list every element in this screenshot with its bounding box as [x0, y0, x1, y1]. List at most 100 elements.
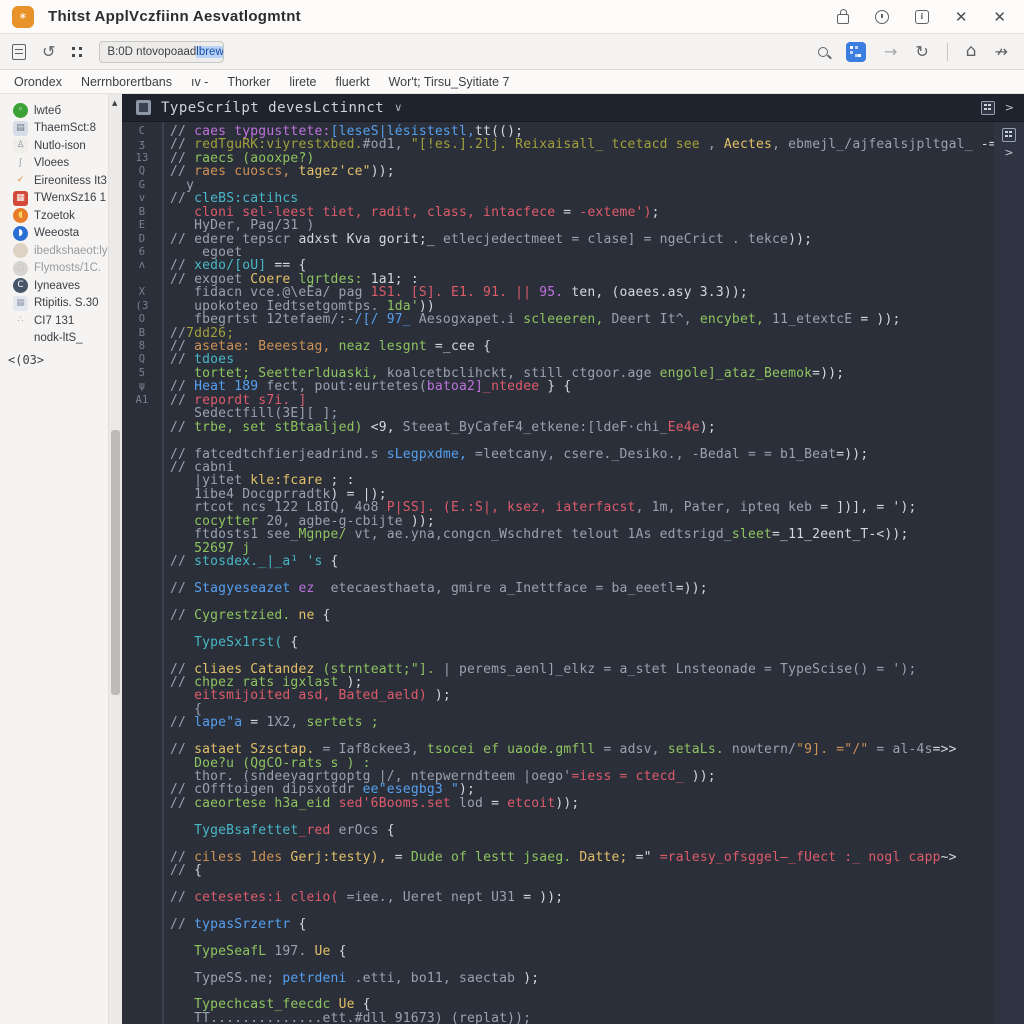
clock-icon[interactable] [874, 9, 889, 24]
line-number: ʒ [138, 138, 146, 151]
line-number [122, 918, 162, 931]
sidebar-item[interactable]: ◌ Flymosts/1C. [0, 260, 108, 278]
line-number [122, 837, 162, 850]
line-number [122, 757, 162, 770]
line-number [122, 891, 162, 904]
sidebar-item[interactable]: ♙ Nutlo-ison [0, 137, 108, 155]
code-area[interactable]: C // caes typgusttete:[leseS|lésistestl,t… [122, 122, 994, 1024]
person-icon: ♙ [13, 138, 28, 154]
sidebar-item[interactable]: C Iyneaves [0, 277, 108, 295]
line-number [122, 528, 162, 541]
frame-icon[interactable]: i [914, 9, 929, 24]
lock-icon[interactable] [836, 8, 849, 24]
menu-item[interactable]: Wor't; Tirsu_Syitiate 7 [389, 75, 510, 89]
globe-icon: ◗ [13, 225, 28, 241]
line-number [122, 568, 162, 581]
code-line [122, 434, 994, 447]
code-line: 5 tortet; Seetterlduaski, koalcetbclihck… [122, 367, 994, 380]
code-text: TypeSeafL 197. Ue { [170, 943, 347, 959]
menu-item[interactable]: fluerkt [336, 75, 370, 89]
code-text: TT..............ett.#dll 91673) (replat)… [170, 1010, 532, 1024]
code-text: // lape"a = 1X2, sertets ; [170, 715, 379, 731]
scroll-up-icon[interactable]: ▲ [112, 99, 117, 107]
line-number [122, 985, 162, 998]
menu-item[interactable]: Orondex [14, 75, 62, 89]
layout-panel-icon[interactable] [1002, 128, 1016, 142]
code-line: O fbegrtst 12tefaem/:-/[/ 97_ Aesogxapet… [122, 313, 994, 326]
sidebar-item[interactable]: ▤ ThaemSct:8 [0, 120, 108, 138]
line-number [122, 730, 162, 743]
code-line: // Stagyeseazet ez etecaesthaeta, gmire … [122, 582, 994, 595]
page-icon[interactable] [12, 43, 26, 60]
menu-item[interactable]: ıv - [191, 75, 208, 89]
calendar-icon: ▦ [13, 295, 28, 311]
export-arrow-icon[interactable]: ↛ [995, 43, 1008, 60]
address-input[interactable]: B:0D ntovopoaadlbrewn [99, 40, 225, 63]
titlebar-controls: i ✕ ✕ [836, 8, 1006, 26]
line-number [122, 555, 162, 568]
editor-tab-title[interactable]: TypeScrílpt devesLctinnct [161, 100, 384, 116]
code-line [122, 810, 994, 823]
search-icon[interactable] [817, 46, 828, 57]
line-number [122, 703, 162, 716]
code-text: thor. (sndeeyagrtgoptg |/, ntepwerndteem… [170, 769, 716, 784]
code-text: Typechcast_feecdc Ue { [170, 997, 371, 1013]
code-line: (3 upokoteo Iedtsetgomtps. 1da')) [122, 299, 994, 313]
code-text: // Heat 189 fect, pout:eurtetes(batoa2]_… [170, 379, 572, 395]
dark-circle-icon: C [13, 278, 28, 294]
code-file-icon [136, 100, 151, 115]
close-icon[interactable]: ✕ [955, 8, 968, 26]
sidebar-item[interactable]: ✓ Eireonitess It3 [0, 172, 108, 190]
code-line: ψ // Heat 189 fect, pout:eurtetes(batoa2]… [122, 380, 994, 393]
menu-item[interactable]: Nerrnborertbans [81, 75, 172, 89]
sidebar-item[interactable]: ∴ CI7 131 [0, 312, 108, 330]
line-number: E [138, 219, 146, 232]
code-text: // sataet Szsctap. = Iaf8ckee3, tsocei e… [170, 742, 957, 758]
code-line: C // caes typgusttete:[leseS|lésistestl,t… [122, 125, 994, 138]
line-number [122, 958, 162, 971]
sidebar-item[interactable]: ◖ Tzoetok [0, 207, 108, 225]
address-text: B:0D ntovopoaad [107, 45, 197, 58]
sidebar-item[interactable]: ▦ Rtipitis. S.30 [0, 295, 108, 313]
reload-icon[interactable]: ↻ [915, 43, 928, 60]
code-line: // caeortese h3a_eid sed'6Booms.set lod … [122, 797, 994, 810]
line-number [122, 972, 162, 985]
line-number: 8 [138, 340, 146, 352]
chevron-right-icon[interactable]: > [1005, 101, 1014, 114]
sidebar-item[interactable]: ◦ lwteб [0, 102, 108, 120]
code-line [122, 904, 994, 917]
sidebar-item[interactable]: ibedkshaeot:ly [0, 242, 108, 260]
home-icon[interactable]: ⌂ [966, 43, 977, 60]
close-window-icon[interactable]: ✕ [993, 8, 1006, 26]
chevron-right-icon[interactable]: > [1004, 146, 1013, 159]
grid-dots-icon[interactable] [71, 46, 83, 58]
sidebar-item[interactable]: ◗ Weeosta [0, 225, 108, 243]
code-text: // redTguRK:viyrestxbed.#od1, "[!es.].2l… [170, 137, 994, 153]
code-text: // raecs (aooxpe?) [170, 150, 315, 166]
code-text: // caeortese h3a_eid sed'6Booms.set lod … [170, 795, 580, 811]
menu-item[interactable]: lirete [289, 75, 316, 89]
scrollbar-thumb[interactable] [111, 430, 120, 695]
sidebar-item[interactable]: ▦ TWenxSz16 1 0 [0, 190, 108, 208]
code-line: // trbe, set stBtaaljed) <9, Steeat_ByCa… [122, 420, 994, 434]
translate-icon[interactable] [845, 41, 866, 62]
line-number [122, 461, 162, 474]
split-view-icon[interactable] [980, 100, 995, 115]
line-number [122, 689, 162, 702]
history-icon[interactable]: ↺ [42, 43, 55, 60]
code-line: 13 // raecs (aooxpe?) [122, 152, 994, 165]
code-line: B //7dd26; [122, 326, 994, 340]
line-number [122, 945, 162, 958]
code-line: cocytter 20, agbe-g-cbijte )); [122, 514, 994, 528]
arrow-right-icon[interactable]: → [884, 43, 897, 60]
sidebar-item[interactable]: nodk-ltS_ [0, 330, 108, 348]
sidebar-scrollbar[interactable]: ▲ [108, 94, 122, 1024]
code-line: TygeBsafettet_red erOcs { [122, 824, 994, 837]
line-number [122, 421, 162, 434]
menu-item[interactable]: Thorker [227, 75, 270, 89]
sidebar-item[interactable]: ʃ Vloees [0, 155, 108, 173]
code-line: // cOfftoigen dipsxotdr ee"esegbg3 "); [122, 783, 994, 796]
chevron-down-icon[interactable]: ∨ [394, 101, 402, 114]
